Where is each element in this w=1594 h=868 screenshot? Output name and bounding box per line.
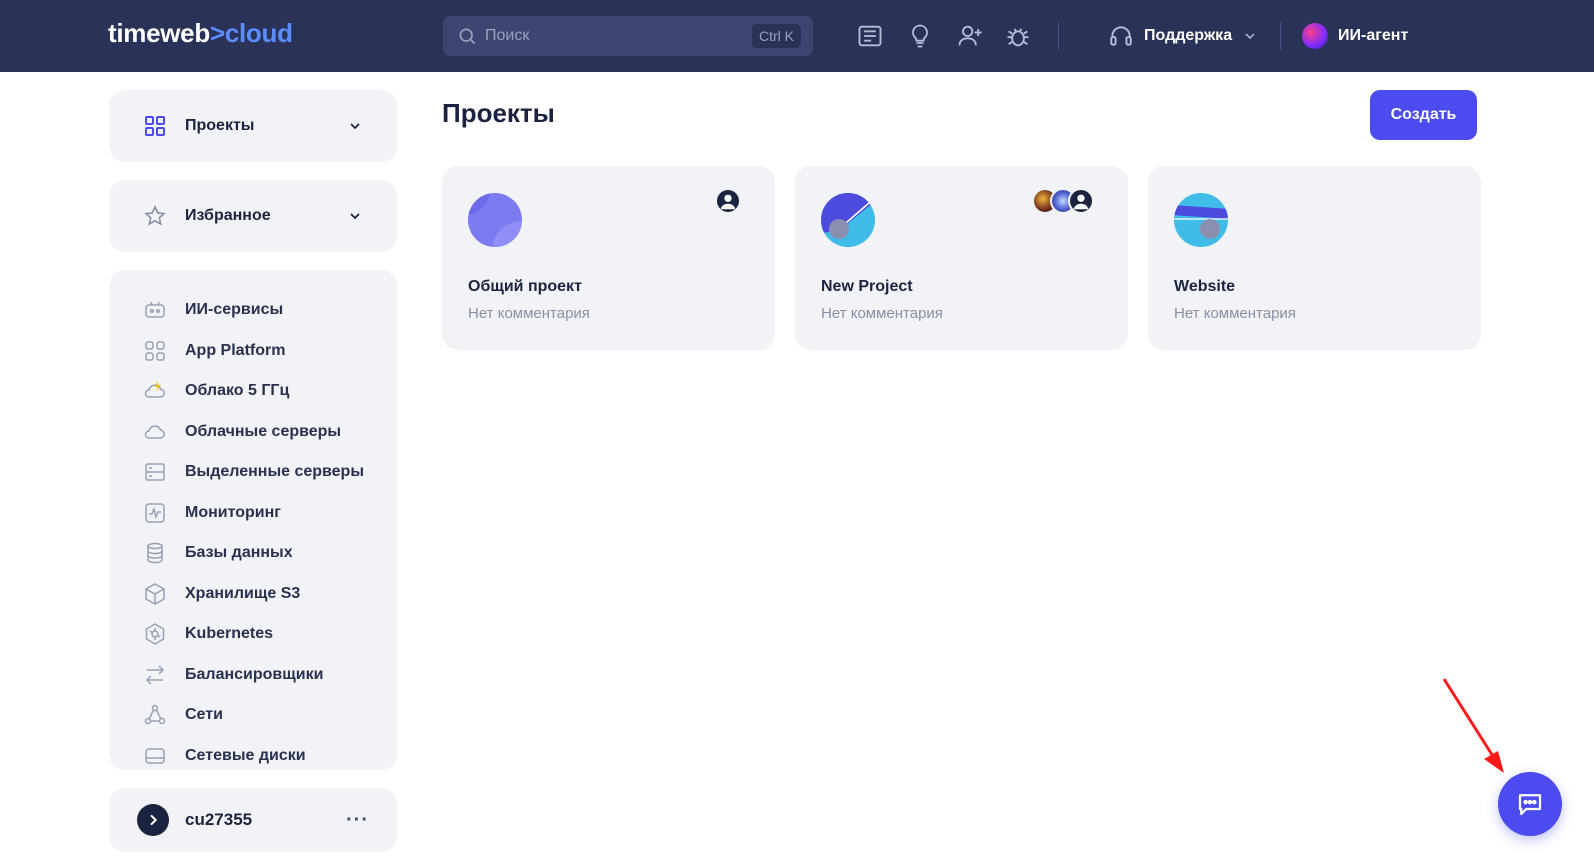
project-name: New Project [821,278,913,295]
news-icon[interactable] [856,22,884,50]
sidebar-item-balancers[interactable]: Балансировщики [109,655,397,696]
chat-icon [1518,794,1542,816]
project-comment: Нет комментария [1174,305,1296,322]
chevron-down-icon [350,213,360,220]
sidebar-projects[interactable]: Проекты [109,90,397,162]
chevron-down-icon [1245,33,1255,40]
annotation-arrow-icon [1442,678,1504,773]
network-icon [144,705,166,725]
sidebar-item-label: Базы данных [185,544,293,562]
database-icon [147,543,163,564]
header-divider [1058,22,1059,50]
project-avatar-icon [821,193,875,247]
project-comment: Нет комментария [468,305,590,322]
lightbulb-icon[interactable] [906,22,934,50]
sidebar-item-ai-services[interactable]: ИИ-сервисы [109,290,397,331]
user-avatar-icon [1068,188,1094,214]
sidebar-item-cloud-5ghz[interactable]: Облако 5 ГГц [109,371,397,412]
sidebar-item-label: Сетевые диски [185,746,306,764]
create-button[interactable]: Создать [1370,90,1477,140]
headset-icon [1110,26,1132,46]
server-icon [145,463,165,481]
top-header: timeweb>cloud Поиск Ctrl K Поддержка ИИ-… [0,0,1594,72]
ai-agent-label: ИИ-агент [1338,27,1409,44]
cloud-bolt-icon [144,381,165,398]
arrows-icon [145,665,165,685]
sidebar-item-label: Облако 5 ГГц [185,382,290,400]
expand-arrow-icon[interactable] [137,804,169,836]
chevron-down-icon [350,123,360,130]
search-placeholder: Поиск [485,27,530,44]
sidebar-item-label: Балансировщики [185,665,324,683]
ai-agent-icon [1302,23,1328,49]
sidebar-item-label: ИИ-сервисы [185,301,284,319]
sidebar-item-label: Облачные серверы [185,422,342,440]
robot-icon [145,302,165,318]
sidebar-services: ИИ-сервисы App Platform Облако 5 ГГц Обл… [109,270,397,770]
sidebar-item-network-disks[interactable]: Сетевые диски [109,736,397,771]
cube-icon [145,582,165,605]
sidebar-item-monitoring[interactable]: Мониторинг [109,493,397,534]
logo-text-main: timeweb [108,18,210,48]
projects-label: Проекты [185,117,255,134]
sidebar-item-s3-storage[interactable]: Хранилище S3 [109,574,397,615]
search-input[interactable]: Поиск Ctrl K [443,16,813,56]
favorites-label: Избранное [185,207,271,224]
ai-agent-button[interactable]: ИИ-агент [1302,22,1408,50]
projects-grid-icon [145,116,165,136]
sidebar-item-label: Выделенные серверы [185,463,364,481]
sidebar-item-dedicated-servers[interactable]: Выделенные серверы [109,452,397,493]
sidebar-item-networks[interactable]: Сети [109,695,397,736]
user-avatar-icon [715,188,741,214]
sidebar-item-label: Мониторинг [185,503,281,521]
disk-icon [145,748,165,764]
header-divider [1280,22,1281,50]
search-shortcut: Ctrl K [752,24,801,48]
project-comment: Нет комментария [821,305,943,322]
project-card[interactable]: Website Нет комментария [1148,166,1481,350]
kubernetes-icon [145,623,165,646]
sidebar-item-label: Хранилище S3 [185,584,301,602]
project-name: Общий проект [468,278,582,295]
project-avatar-icon [468,193,522,247]
sidebar-item-databases[interactable]: Базы данных [109,533,397,574]
project-members [1032,188,1094,214]
sidebar-item-label: Kubernetes [185,625,274,643]
sidebar-favorites[interactable]: Избранное [109,180,397,252]
monitoring-icon [145,503,165,523]
sidebar-item-label: App Platform [185,341,286,359]
logo-separator: > [209,18,225,48]
search-icon [459,28,476,45]
user-account[interactable]: cu27355 ··· [109,788,397,852]
sidebar-item-kubernetes[interactable]: Kubernetes [109,614,397,655]
chat-button[interactable] [1498,772,1562,836]
cloud-icon [144,425,165,439]
project-card[interactable]: Общий проект Нет комментария [442,166,775,350]
logo[interactable]: timeweb>cloud [108,18,293,49]
bug-icon[interactable] [1004,22,1032,50]
more-options-icon[interactable]: ··· [346,809,369,832]
page-title: Проекты [442,98,555,128]
project-name: Website [1174,278,1236,295]
user-name: cu27355 [185,810,253,829]
sidebar-item-cloud-servers[interactable]: Облачные серверы [109,412,397,453]
sidebar-item-app-platform[interactable]: App Platform [109,331,397,372]
project-avatar-icon [1174,193,1228,247]
sidebar-item-label: Сети [185,706,223,724]
project-members [715,188,741,214]
support-label: Поддержка [1144,27,1233,44]
support-menu[interactable]: Поддержка [1108,22,1258,50]
star-icon [144,205,166,226]
add-user-icon[interactable] [956,22,984,50]
project-card[interactable]: New Project Нет комментария [795,166,1128,350]
logo-text-accent: cloud [224,18,293,48]
grid-icon [145,341,165,361]
